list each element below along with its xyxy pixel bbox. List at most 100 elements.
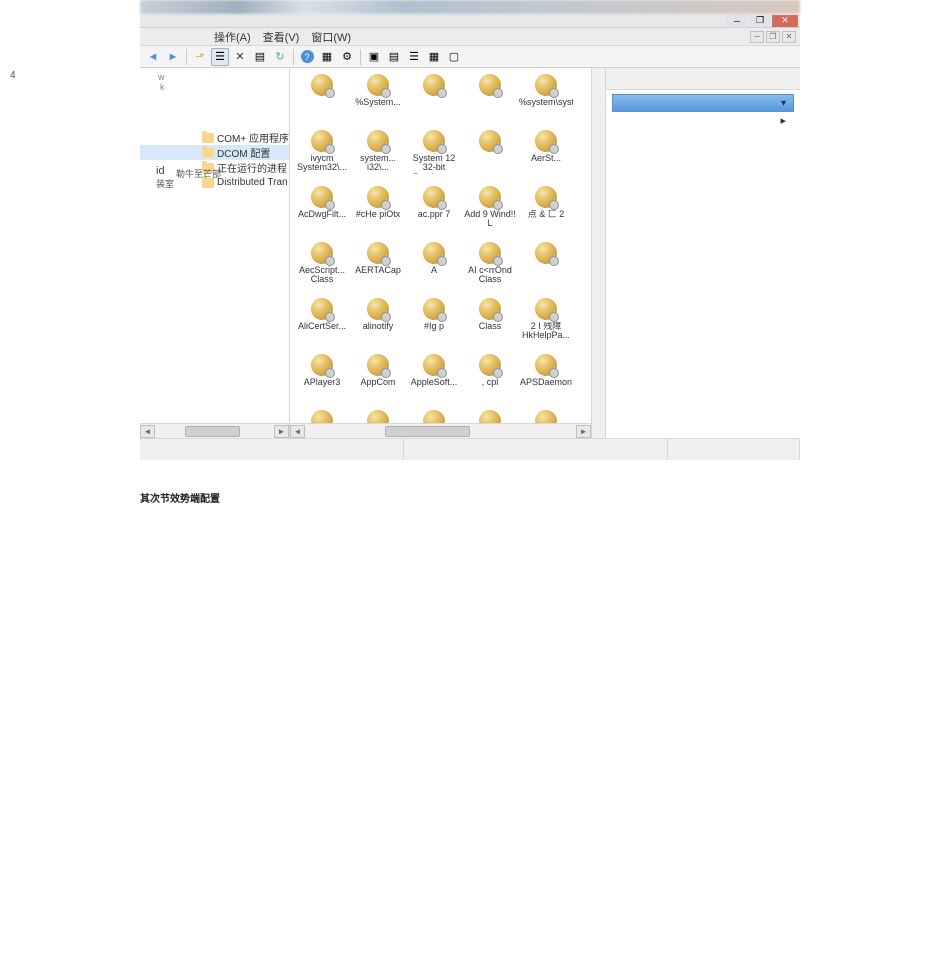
- dcom-item[interactable]: AcDwgFilt...: [294, 184, 350, 238]
- com-component-icon: [307, 128, 337, 154]
- dcom-item[interactable]: [518, 240, 574, 294]
- dcom-item-label: system... i32\...: [351, 154, 405, 173]
- child-minimize-button[interactable]: ─: [750, 31, 764, 43]
- small-icons-button[interactable]: ▤: [385, 48, 403, 66]
- scroll-left-button[interactable]: ◄: [290, 425, 305, 438]
- dcom-item[interactable]: AliCertSer...: [294, 296, 350, 350]
- menu-action[interactable]: 操作(A): [208, 28, 257, 46]
- dcom-item[interactable]: A: [406, 240, 462, 294]
- dcom-item[interactable]: APlayer3: [294, 352, 350, 406]
- minimize-button[interactable]: ─: [726, 15, 748, 27]
- forward-button[interactable]: ►: [164, 48, 182, 66]
- export-button[interactable]: ▦: [318, 48, 336, 66]
- back-button[interactable]: ◄: [144, 48, 162, 66]
- dcom-icon-grid: %System... %system\system32\... ivycm Syst…: [290, 68, 605, 438]
- background-desktop-blur: [140, 0, 800, 14]
- dcom-item-label: AliCertSer...: [298, 322, 346, 331]
- dcom-item[interactable]: [294, 72, 350, 126]
- dcom-item[interactable]: , cpl: [462, 352, 518, 406]
- parent-window-titlebar: ─ ❐ ✕: [140, 14, 800, 28]
- dcom-item[interactable]: 点 & 匚 2: [518, 184, 574, 238]
- scroll-right-button[interactable]: ►: [576, 425, 591, 438]
- dcom-item[interactable]: AERTACap: [350, 240, 406, 294]
- com-component-icon: [475, 184, 505, 210]
- dcom-item[interactable]: alinotify: [350, 296, 406, 350]
- tree-hscroll[interactable]: ◄ ►: [140, 423, 289, 438]
- dcom-item[interactable]: Class: [462, 296, 518, 350]
- dcom-item[interactable]: AppleSoft...: [406, 352, 462, 406]
- close-button[interactable]: ✕: [772, 15, 798, 27]
- extra-button[interactable]: ▢: [445, 48, 463, 66]
- action-button[interactable]: ⚙: [338, 48, 356, 66]
- properties-button[interactable]: ▤: [251, 48, 269, 66]
- tree-icon: ☰: [215, 50, 225, 63]
- tree-item-dcom-config[interactable]: DCOM 配置: [140, 145, 289, 160]
- detail-icon: ▦: [429, 50, 439, 63]
- mmc-window: 操作(A) 查看(V) 窗口(W) ─ ❐ ✕ ◄ ► ⬏ ☰ ✕ ▤ ↻ ? …: [140, 28, 800, 460]
- dcom-item[interactable]: AecScript... Class: [294, 240, 350, 294]
- dcom-item[interactable]: ac.ppr 7: [406, 184, 462, 238]
- com-component-icon: [363, 296, 393, 322]
- dcom-item[interactable]: APSDaemon: [518, 352, 574, 406]
- dcom-item[interactable]: %System...: [350, 72, 406, 126]
- content-vscroll[interactable]: [591, 68, 605, 438]
- dcom-item[interactable]: #cHe piOtx: [350, 184, 406, 238]
- delete-button[interactable]: ✕: [231, 48, 249, 66]
- com-component-icon: [419, 128, 449, 154]
- arrow-left-icon: ◄: [148, 51, 159, 63]
- dcom-item-label: ivycm System32\...: [295, 154, 349, 173]
- dcom-item[interactable]: AppCom: [350, 352, 406, 406]
- show-tree-button[interactable]: ☰: [211, 48, 229, 66]
- help-button[interactable]: ?: [298, 48, 316, 66]
- tree-item-com-apps[interactable]: COM+ 应用程序: [140, 130, 289, 145]
- tree-label: COM+ 应用程序: [217, 130, 289, 145]
- child-restore-button[interactable]: ❐: [766, 31, 780, 43]
- com-component-icon: [419, 72, 449, 98]
- com-component-icon: [419, 352, 449, 378]
- list-view-button[interactable]: ☰: [405, 48, 423, 66]
- dcom-item[interactable]: 2 I 残障 HkHelpPa...: [518, 296, 574, 350]
- action-pane-header: [606, 68, 800, 90]
- dcom-item-label: A: [431, 266, 437, 275]
- page-margin-number: 4: [10, 70, 16, 81]
- export-icon: ▦: [322, 50, 332, 63]
- dcom-item[interactable]: [462, 72, 518, 126]
- dcom-item[interactable]: %system\system32\...: [518, 72, 574, 126]
- dcom-item[interactable]: AerSt...: [518, 128, 574, 182]
- menu-view[interactable]: 查看(V): [257, 28, 306, 46]
- dcom-item[interactable]: system... i32\...: [350, 128, 406, 182]
- page-hint-2: 装室: [156, 177, 174, 190]
- com-component-icon: [475, 296, 505, 322]
- action-pane-more[interactable]: ▸: [612, 114, 794, 128]
- com-component-icon: [363, 72, 393, 98]
- dcom-item[interactable]: #Ig p: [406, 296, 462, 350]
- scroll-right-button[interactable]: ►: [274, 425, 289, 438]
- child-close-button[interactable]: ✕: [782, 31, 796, 43]
- dcom-item[interactable]: ivycm System32\...: [294, 128, 350, 182]
- com-component-icon: [531, 128, 561, 154]
- footer-caption: 其次节效势端配置: [140, 490, 950, 505]
- detail-view-button[interactable]: ▦: [425, 48, 443, 66]
- up-button[interactable]: ⬏: [191, 48, 209, 66]
- dcom-item[interactable]: AI c<rrOnd Class: [462, 240, 518, 294]
- tree-label: DCOM 配置: [217, 145, 270, 160]
- content-hscroll[interactable]: ◄ ►: [290, 423, 591, 438]
- gear-icon: ⚙: [342, 50, 352, 63]
- restore-button[interactable]: ❐: [749, 15, 771, 27]
- refresh-button[interactable]: ↻: [271, 48, 289, 66]
- tree-misc-text: w: [158, 72, 165, 82]
- dcom-item-label: AppleSoft...: [411, 378, 458, 387]
- menu-window[interactable]: 窗口(W): [305, 28, 357, 46]
- dcom-item[interactable]: [462, 128, 518, 182]
- page-id-label: id: [156, 165, 165, 177]
- tree-label: Distributed Tran: [217, 177, 288, 188]
- com-component-icon: [419, 296, 449, 322]
- arrow-right-icon: ►: [168, 51, 179, 63]
- com-component-icon: [475, 128, 505, 154]
- dcom-item[interactable]: [406, 72, 462, 126]
- action-pane-selected-row[interactable]: ▾: [612, 94, 794, 112]
- scroll-left-button[interactable]: ◄: [140, 425, 155, 438]
- dcom-item[interactable]: Add 9 Wind!! L: [462, 184, 518, 238]
- dcom-item[interactable]: System 12 32-bit Preview ...: [406, 128, 462, 182]
- large-icons-button[interactable]: ▣: [365, 48, 383, 66]
